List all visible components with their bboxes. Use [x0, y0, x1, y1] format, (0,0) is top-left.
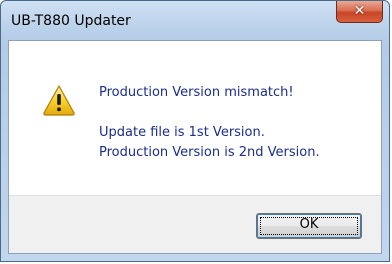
- warning-icon: [43, 85, 75, 116]
- dialog-window: UB-T880 Updater ✕ Production Version mis…: [0, 0, 390, 262]
- message-line-1: Update file is 1st Version.: [99, 125, 265, 140]
- close-button[interactable]: ✕: [336, 1, 383, 23]
- close-icon: ✕: [353, 3, 366, 19]
- window-title: UB-T880 Updater: [11, 13, 131, 29]
- message-area: Production Version mismatch! Update file…: [9, 41, 381, 195]
- ok-button-label: OK: [299, 217, 319, 232]
- message-line-2: Production Version is 2nd Version.: [99, 145, 320, 160]
- title-bar[interactable]: UB-T880 Updater ✕: [1, 1, 389, 41]
- ok-button[interactable]: OK: [256, 213, 362, 239]
- dialog-client-area: Production Version mismatch! Update file…: [8, 40, 382, 254]
- message-heading: Production Version mismatch!: [99, 85, 294, 100]
- button-bar: OK: [9, 195, 381, 253]
